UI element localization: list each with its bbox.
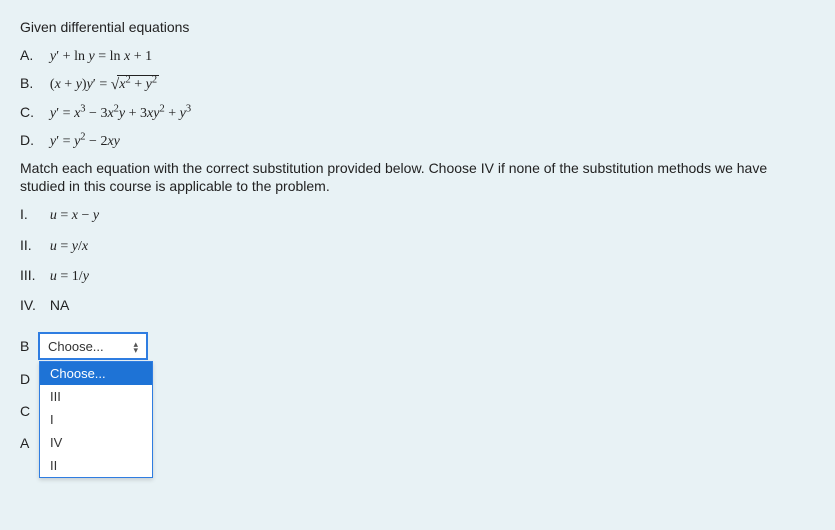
sub-math: u = 1/y xyxy=(50,269,89,284)
equation-D: D. y′ = y2 − 2xy xyxy=(20,131,815,151)
dropdown-option-II[interactable]: II xyxy=(40,454,152,477)
intro-text: Given differential equations xyxy=(20,18,815,36)
equation-A: A. y′ + ln y = ln x + 1 xyxy=(20,46,815,66)
sub-label: III. xyxy=(20,266,46,284)
sub-II: II. u = y/x xyxy=(20,236,815,256)
dropdown-option-I[interactable]: I xyxy=(40,408,152,431)
eq-math: y′ + ln y = ln x + 1 xyxy=(50,49,152,64)
prompt-text: Match each equation with the correct sub… xyxy=(20,159,815,195)
eq-label: A. xyxy=(20,46,44,64)
sub-text: NA xyxy=(50,297,69,313)
dropdown-option-III[interactable]: III xyxy=(40,385,152,408)
row-label: D xyxy=(20,371,38,387)
select-value: Choose... xyxy=(48,339,133,354)
sub-math: u = x − y xyxy=(50,208,99,223)
eq-label: D. xyxy=(20,131,44,149)
equation-list: A. y′ + ln y = ln x + 1 B. (x + y)y′ = √… xyxy=(20,46,815,151)
dropdown-list[interactable]: Choose... III I IV II xyxy=(39,361,153,478)
equation-B: B. (x + y)y′ = √x2 + y2 xyxy=(20,74,815,94)
eq-math: y′ = x3 − 3x2y + 3xy2 + y3 xyxy=(50,106,191,121)
sub-label: IV. xyxy=(20,296,46,314)
row-label: B xyxy=(20,338,38,354)
match-area: B Choose... ▴▾ Choose... III I IV II D C… xyxy=(20,332,815,454)
sub-IV: IV. NA xyxy=(20,296,815,314)
substitution-list: I. u = x − y II. u = y/x III. u = 1/y IV… xyxy=(20,205,815,314)
match-row-B: B Choose... ▴▾ Choose... III I IV II xyxy=(20,332,815,360)
sub-math: u = y/x xyxy=(50,239,88,254)
chevron-updown-icon: ▴▾ xyxy=(133,340,138,352)
row-label: A xyxy=(20,435,38,451)
equation-C: C. y′ = x3 − 3x2y + 3xy2 + y3 xyxy=(20,103,815,123)
dropdown-option-choose[interactable]: Choose... xyxy=(40,362,152,385)
eq-math: y′ = y2 − 2xy xyxy=(50,134,120,149)
sub-label: II. xyxy=(20,236,46,254)
row-label: C xyxy=(20,403,38,419)
eq-label: B. xyxy=(20,74,44,92)
eq-label: C. xyxy=(20,103,44,121)
sub-label: I. xyxy=(20,205,46,223)
select-B[interactable]: Choose... ▴▾ Choose... III I IV II xyxy=(38,332,148,360)
sub-III: III. u = 1/y xyxy=(20,266,815,286)
sub-I: I. u = x − y xyxy=(20,205,815,225)
dropdown-option-IV[interactable]: IV xyxy=(40,431,152,454)
eq-math: (x + y)y′ = √x2 + y2 xyxy=(50,77,159,92)
